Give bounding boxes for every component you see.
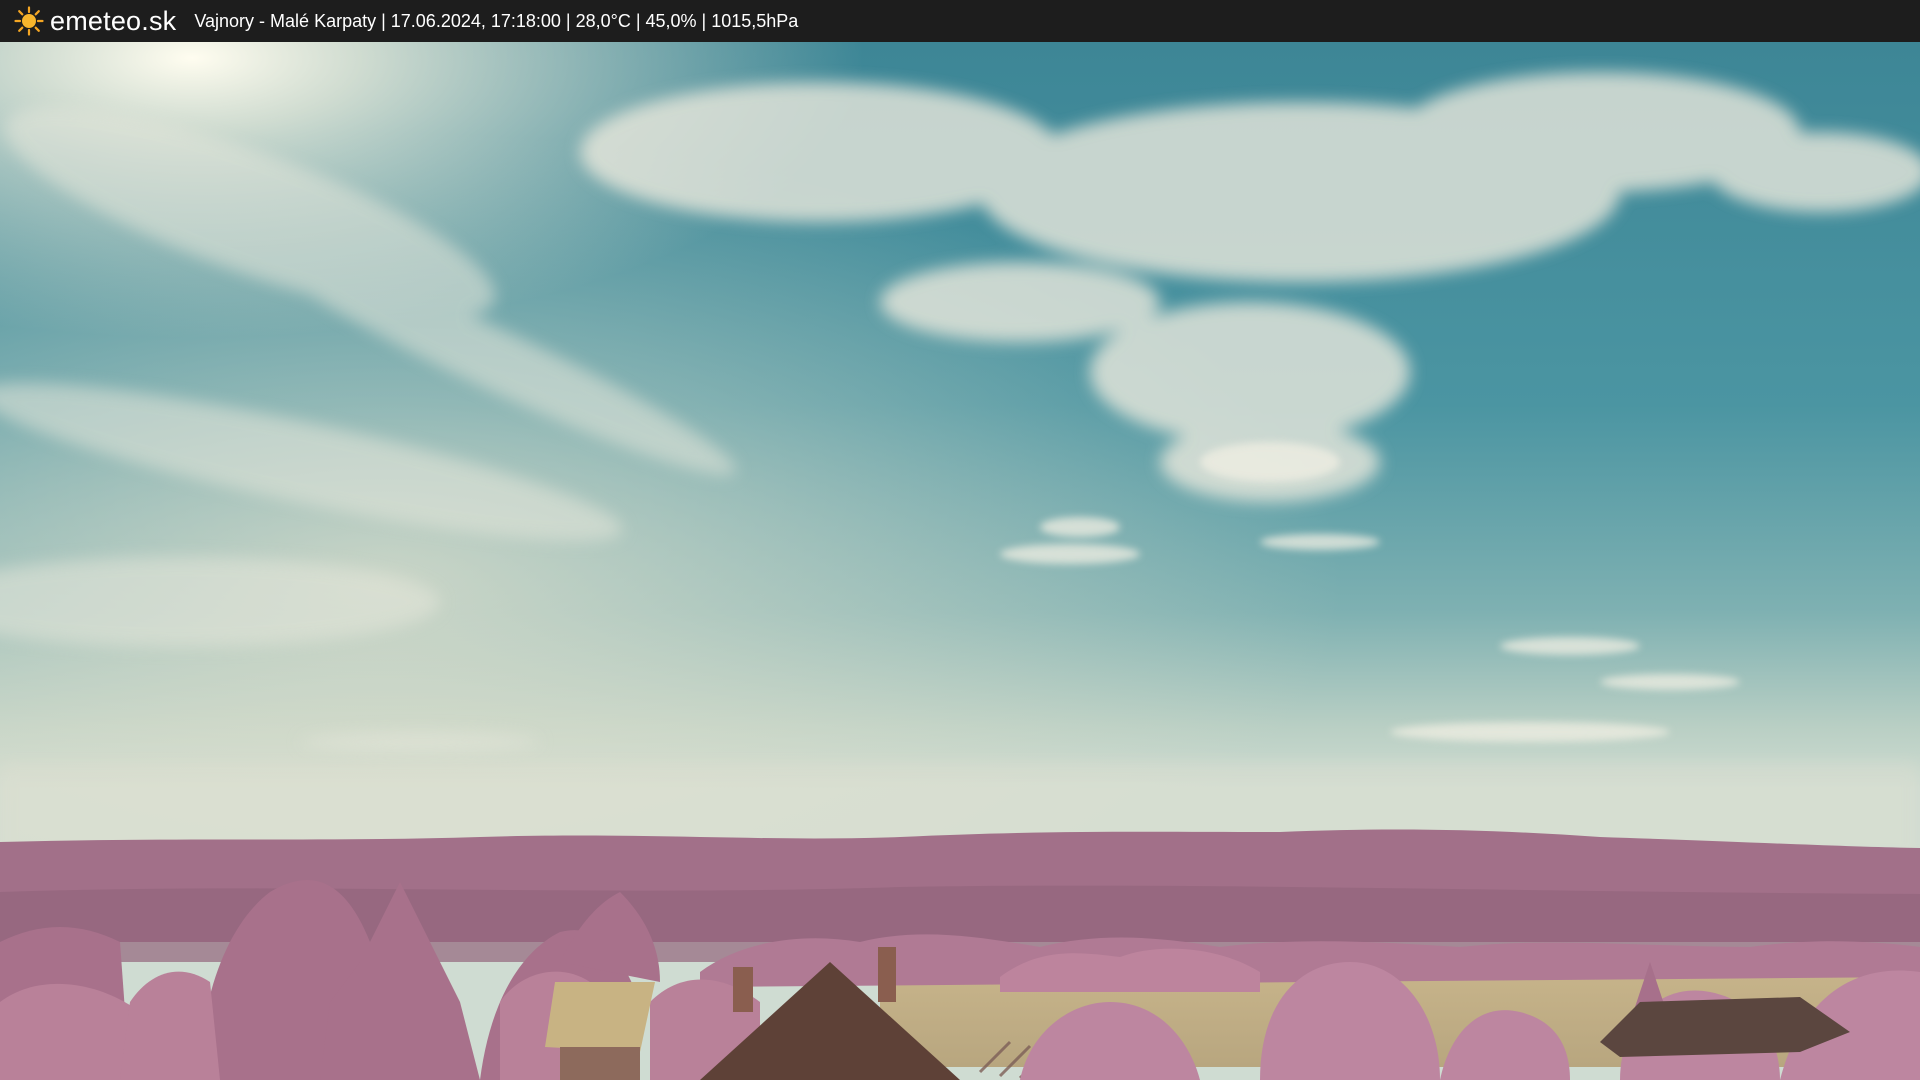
webcam-caption: Vajnory - Malé Karpaty | 17.06.2024, 17:… xyxy=(194,10,799,31)
webcam-image xyxy=(0,42,1920,1080)
site-logo[interactable]: emeteo.sk xyxy=(14,0,176,42)
sun-icon xyxy=(14,6,44,36)
webcam-frame: emeteo.sk Vajnory - Malé Karpaty | 17.06… xyxy=(0,0,1920,1080)
header-bar: emeteo.sk Vajnory - Malé Karpaty | 17.06… xyxy=(0,0,1920,42)
logo-text: emeteo.sk xyxy=(50,5,177,36)
